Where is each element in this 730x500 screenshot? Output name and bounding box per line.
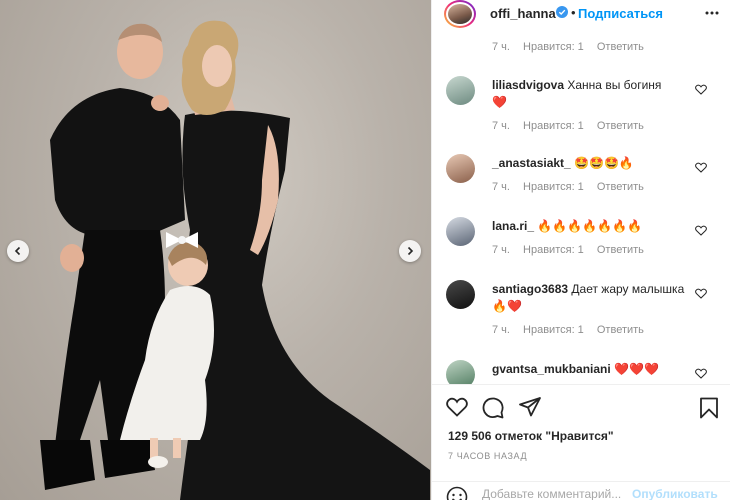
- heart-icon[interactable]: [446, 397, 468, 417]
- comment-meta: 7 ч. Нравится: 1 Ответить: [492, 120, 654, 132]
- comment-time: 7 ч.: [492, 181, 510, 193]
- commenter-avatar[interactable]: [446, 360, 475, 384]
- commenter-avatar[interactable]: [446, 217, 475, 246]
- reply-button[interactable]: Ответить: [597, 120, 644, 132]
- comment-meta: 7 ч. Нравится: 1 Ответить: [492, 324, 654, 336]
- comment-time: 7 ч.: [492, 120, 510, 132]
- bookmark-icon[interactable]: [699, 397, 719, 419]
- comment-likes[interactable]: Нравится: 1: [523, 120, 584, 132]
- heart-icon[interactable]: [695, 84, 707, 95]
- reply-button[interactable]: Ответить: [597, 41, 644, 53]
- commenter-avatar[interactable]: [446, 76, 475, 105]
- comment-likes[interactable]: Нравится: 1: [523, 324, 584, 336]
- comment-emoji: ❤️❤️❤️: [614, 362, 659, 376]
- next-photo-button[interactable]: [399, 240, 421, 262]
- author-avatar[interactable]: [444, 0, 476, 28]
- comment-body: Ханна вы богиня: [567, 78, 662, 92]
- chevron-right-icon: [407, 246, 414, 256]
- likes-count[interactable]: 129 506 отметок "Нравится": [448, 429, 614, 443]
- previous-photo-button[interactable]: [7, 240, 29, 262]
- smiley-icon[interactable]: [446, 486, 468, 500]
- comment-meta: 7 ч. Нравится: 1 Ответить: [492, 41, 654, 53]
- comment-likes[interactable]: Нравится: 1: [523, 244, 584, 256]
- chevron-left-icon: [14, 246, 21, 256]
- comment-icon[interactable]: [482, 397, 504, 419]
- comment-likes[interactable]: Нравится: 1: [523, 41, 584, 53]
- comment-likes[interactable]: Нравится: 1: [523, 181, 584, 193]
- reply-button[interactable]: Ответить: [597, 324, 644, 336]
- comment-text: _anastasiakt_ 🤩🤩🤩🔥: [492, 155, 697, 172]
- commenter-username[interactable]: _anastasiakt_: [492, 156, 571, 170]
- commenter-avatar[interactable]: [446, 280, 475, 309]
- comment-time: 7 ч.: [492, 324, 510, 336]
- commenter-username[interactable]: lana.ri_: [492, 219, 534, 233]
- post-header: offi_hanna • Подписаться: [432, 0, 730, 30]
- reply-button[interactable]: Ответить: [597, 181, 644, 193]
- comment-text: liliasdvigova Ханна вы богиня ❤️: [492, 77, 697, 111]
- post-side-panel: offi_hanna • Подписаться 7 ч. Нравится: …: [431, 0, 730, 500]
- comment-text: gvantsa_mukbaniani ❤️❤️❤️: [492, 361, 697, 378]
- comment-body: Дает жару малышка: [571, 282, 685, 296]
- comments-list[interactable]: 7 ч. Нравится: 1 Ответить liliasdvigova …: [432, 30, 730, 384]
- comment-emoji: 🔥🔥🔥🔥🔥🔥🔥: [537, 219, 642, 233]
- comment-text: santiago3683 Дает жару малышка 🔥❤️: [492, 281, 697, 315]
- comment-emoji: ❤️: [492, 95, 507, 109]
- paper-plane-icon[interactable]: [519, 397, 541, 417]
- family-photo-illustration: [40, 20, 430, 500]
- post-photo[interactable]: [0, 0, 431, 500]
- comment-text: lana.ri_ 🔥🔥🔥🔥🔥🔥🔥: [492, 218, 697, 235]
- comment-emoji: 🔥❤️: [492, 299, 522, 313]
- post-time-ago[interactable]: 7 ЧАСОВ НАЗАД: [448, 451, 527, 461]
- heart-icon[interactable]: [695, 368, 707, 379]
- commenter-username[interactable]: santiago3683: [492, 282, 568, 296]
- heart-icon[interactable]: [695, 225, 707, 236]
- comment-time: 7 ч.: [492, 41, 510, 53]
- comment-time: 7 ч.: [492, 244, 510, 256]
- commenter-avatar[interactable]: [446, 154, 475, 183]
- comment-emoji: 🤩🤩🤩🔥: [574, 156, 634, 170]
- follow-button[interactable]: Подписаться: [578, 6, 663, 21]
- heart-icon[interactable]: [695, 162, 707, 173]
- post-actions: 129 506 отметок "Нравится" 7 ЧАСОВ НАЗАД…: [432, 384, 730, 500]
- verified-badge-icon: [556, 6, 568, 18]
- commenter-username[interactable]: liliasdvigova: [492, 78, 564, 92]
- commenter-username[interactable]: gvantsa_mukbaniani: [492, 362, 611, 376]
- heart-icon[interactable]: [695, 288, 707, 299]
- comment-meta: 7 ч. Нравится: 1 Ответить: [492, 244, 654, 256]
- add-comment-bar: Опубликовать: [432, 481, 730, 500]
- comment-meta: 7 ч. Нравится: 1 Ответить: [492, 181, 654, 193]
- reply-button[interactable]: Ответить: [597, 244, 644, 256]
- more-icon[interactable]: [704, 6, 720, 20]
- comment-input[interactable]: [482, 487, 632, 500]
- publish-button[interactable]: Опубликовать: [632, 487, 718, 500]
- separator-dot: •: [571, 5, 576, 20]
- author-username[interactable]: offi_hanna: [490, 6, 556, 21]
